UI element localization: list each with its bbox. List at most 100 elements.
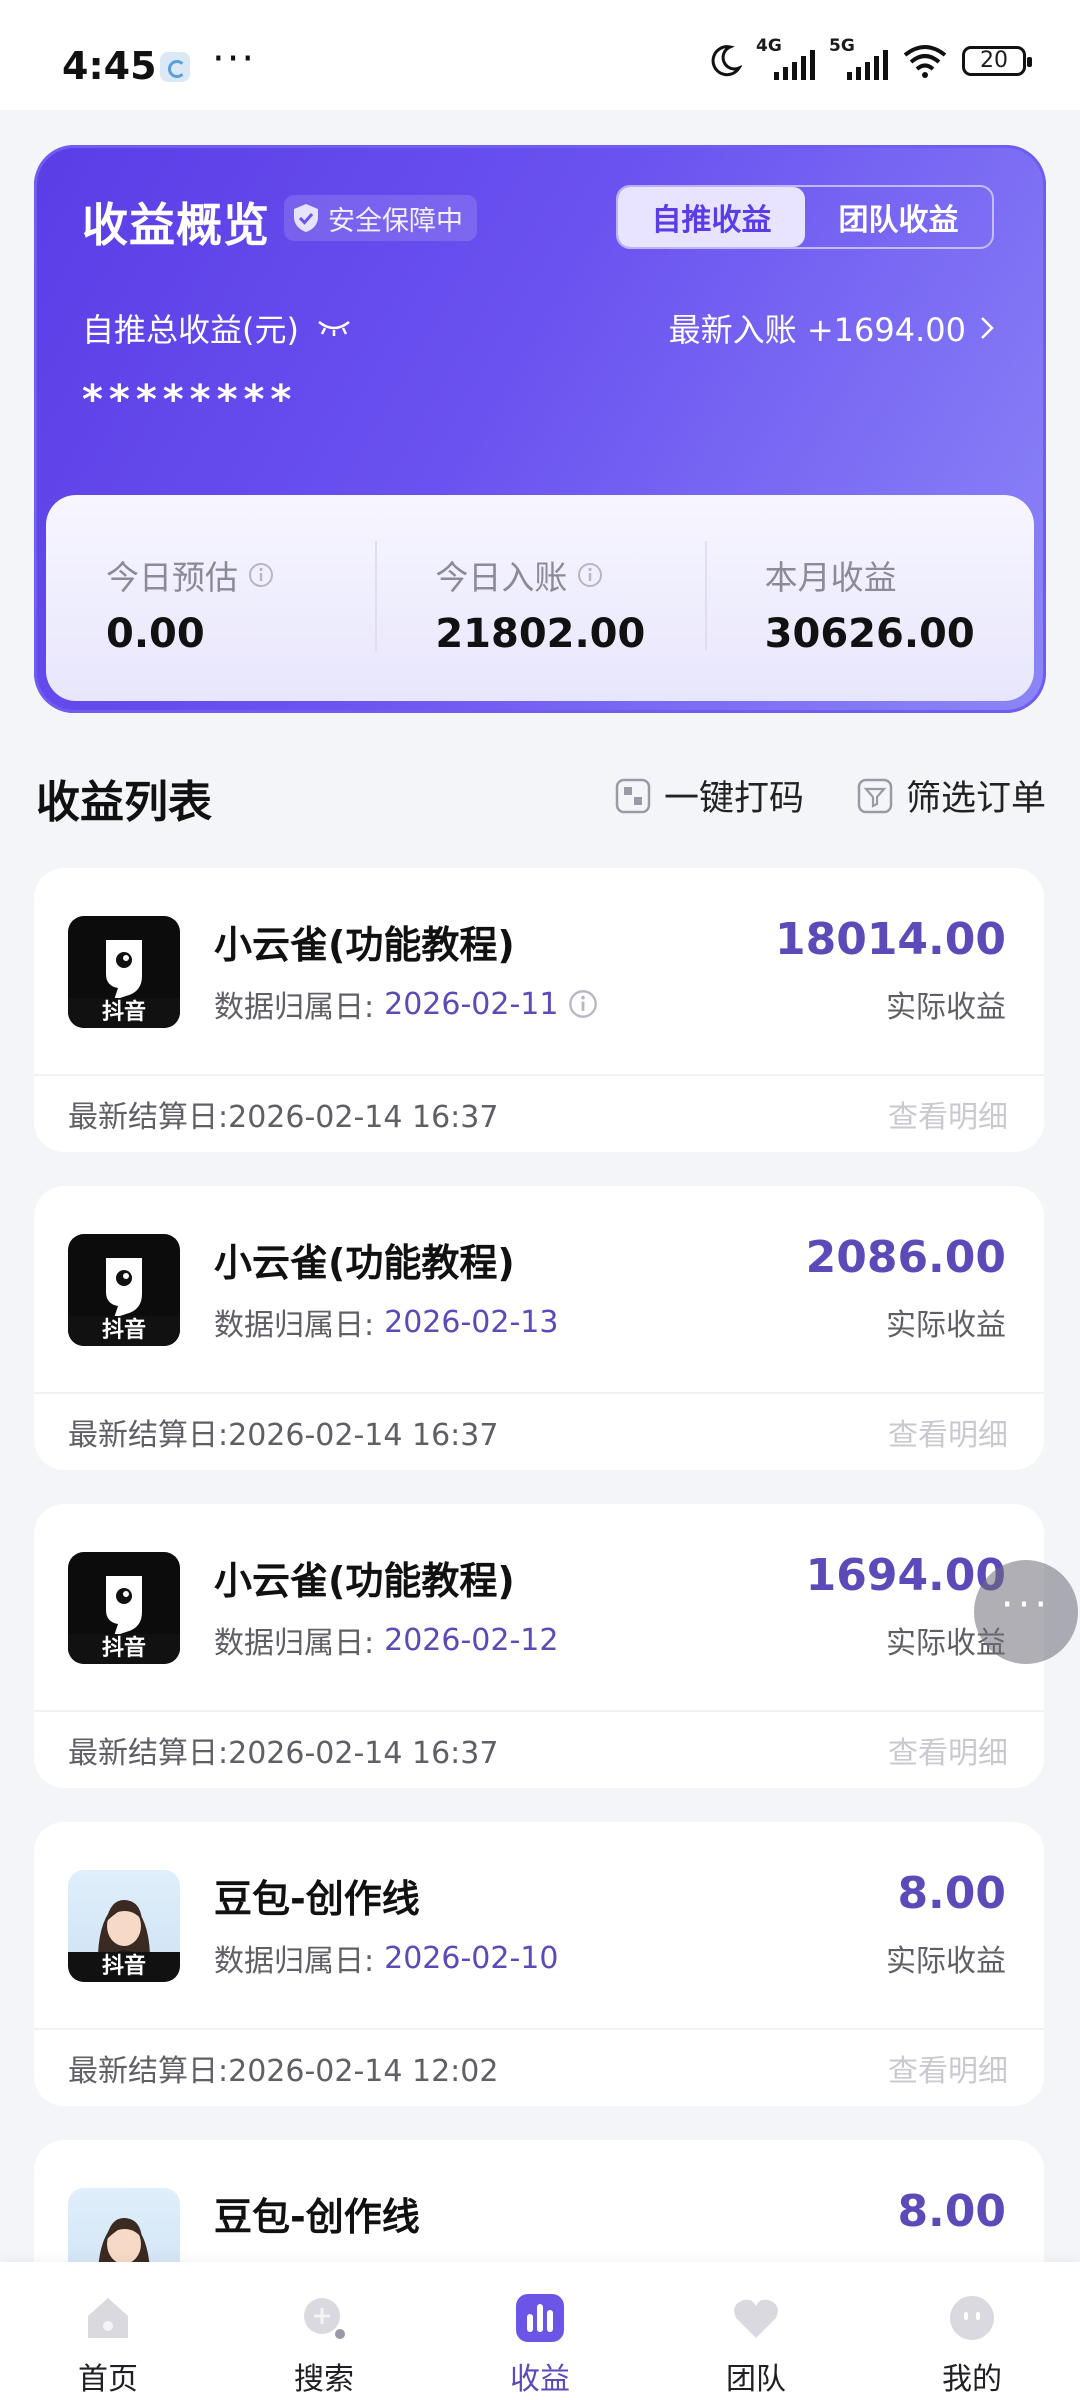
nav-label: 我的 bbox=[942, 2362, 1002, 2397]
floating-more-button[interactable]: ··· bbox=[974, 1560, 1078, 1664]
earnings-list-item[interactable]: 抖音 豆包-创作线 数据归属日: 2026-02-10 8.00 实际收益 最新… bbox=[34, 1822, 1044, 2106]
date-label: 数据归属日: bbox=[214, 1944, 375, 1979]
item-amount: 8.00 bbox=[897, 1868, 1006, 1919]
platform-label: 抖音 bbox=[68, 1952, 180, 1982]
stat-value: 30626.00 bbox=[764, 611, 975, 657]
platform-label: 抖音 bbox=[68, 1316, 180, 1346]
mosaic-icon bbox=[615, 778, 651, 813]
item-title: 小云雀(功能教程) bbox=[214, 923, 515, 967]
tab-team-earnings[interactable]: 团队收益 bbox=[805, 187, 992, 247]
item-title: 豆包-创作线 bbox=[214, 2195, 420, 2239]
item-title: 小云雀(功能教程) bbox=[214, 1559, 515, 1603]
settlement-date: 最新结算日:2026-02-14 12:02 bbox=[68, 2054, 499, 2089]
tab-self-earnings[interactable]: 自推收益 bbox=[618, 187, 805, 247]
app-logo-xiaoyunque: 抖音 bbox=[68, 1234, 180, 1346]
stat-today-deposit: 今日入账 21802.00 bbox=[375, 495, 704, 701]
more-notifications-icon: ··· bbox=[212, 36, 257, 82]
nav-label: 收益 bbox=[510, 2362, 570, 2397]
divider bbox=[34, 1710, 1044, 1712]
item-title: 小云雀(功能教程) bbox=[214, 1241, 515, 1285]
view-details-link[interactable]: 查看明细 bbox=[888, 2046, 1008, 2090]
item-amount-label: 实际收益 bbox=[886, 1308, 1006, 1343]
signal-5g-icon: 5G bbox=[829, 36, 888, 80]
team-heart-icon bbox=[734, 2299, 778, 2338]
date-label: 数据归属日: bbox=[214, 1308, 375, 1343]
app-logo-xiaoyunque: 抖音 bbox=[68, 1552, 180, 1664]
date-value: 2026-02-11 bbox=[384, 986, 559, 1022]
nav-label: 团队 bbox=[726, 2362, 786, 2397]
status-time: 4:45 bbox=[62, 44, 157, 88]
earnings-list-item[interactable]: 抖音 小云雀(功能教程) 数据归属日: 2026-02-11 18014.00 … bbox=[34, 868, 1044, 1152]
total-earnings-label-text: 自推总收益(元) bbox=[82, 311, 299, 349]
chevron-right-icon bbox=[981, 317, 994, 339]
filter-orders-label: 筛选订单 bbox=[905, 779, 1046, 819]
info-icon[interactable] bbox=[568, 989, 598, 1019]
stat-label: 本月收益 bbox=[764, 558, 897, 597]
nav-home[interactable]: 首页 bbox=[0, 2262, 216, 2400]
settlement-date: 最新结算日:2026-02-14 16:37 bbox=[68, 1100, 499, 1135]
info-icon[interactable] bbox=[248, 562, 274, 588]
app-logo-xiaoyunque: 抖音 bbox=[68, 916, 180, 1028]
earnings-list-item[interactable]: 抖音 小云雀(功能教程) 数据归属日: 2026-02-13 2086.00 实… bbox=[34, 1186, 1044, 1470]
latest-deposit-link[interactable]: 最新入账 +1694.00 bbox=[669, 305, 994, 351]
security-badge: 安全保障中 bbox=[284, 195, 477, 241]
one-click-mask-label: 一键打码 bbox=[663, 779, 804, 819]
date-label: 数据归属日: bbox=[214, 990, 375, 1025]
earnings-type-segmented-control: 自推收益 团队收益 bbox=[616, 185, 994, 249]
stat-label: 今日入账 bbox=[435, 558, 568, 597]
app-notification-icon bbox=[160, 52, 190, 82]
info-icon[interactable] bbox=[577, 562, 603, 588]
item-title: 豆包-创作线 bbox=[214, 1877, 420, 1921]
profile-face-icon bbox=[950, 2296, 994, 2340]
nav-earnings[interactable]: 收益 bbox=[432, 2262, 648, 2400]
platform-label: 抖音 bbox=[68, 998, 180, 1028]
stat-today-estimate: 今日预估 0.00 bbox=[46, 495, 375, 701]
one-click-mask-button[interactable]: 一键打码 bbox=[614, 770, 804, 821]
bottom-navigation: 首页 搜索 收益 团队 我的 bbox=[0, 2262, 1080, 2400]
latest-deposit-text: 最新入账 +1694.00 bbox=[668, 311, 966, 349]
item-amount-label: 实际收益 bbox=[886, 990, 1006, 1025]
stat-value: 21802.00 bbox=[435, 611, 646, 657]
overview-title: 收益概览 bbox=[82, 198, 270, 252]
earnings-overview-card: 收益概览 安全保障中 自推收益 团队收益 自推总收益(元) 最新入账 +1694… bbox=[34, 145, 1046, 713]
item-amount-label: 实际收益 bbox=[886, 1944, 1006, 1979]
signal-4g-icon: 4G bbox=[756, 36, 815, 80]
stat-label: 今日预估 bbox=[106, 558, 238, 597]
nav-team[interactable]: 团队 bbox=[648, 2262, 864, 2400]
nav-label: 首页 bbox=[78, 2362, 138, 2397]
settlement-date: 最新结算日:2026-02-14 16:37 bbox=[68, 1418, 499, 1453]
divider bbox=[34, 1392, 1044, 1394]
earnings-list-item[interactable]: 抖音 小云雀(功能教程) 数据归属日: 2026-02-12 1694.00 实… bbox=[34, 1504, 1044, 1788]
earnings-list-title: 收益列表 bbox=[36, 777, 212, 828]
item-amount: 8.00 bbox=[897, 2186, 1006, 2237]
platform-label: 抖音 bbox=[68, 1634, 180, 1664]
stat-value: 0.00 bbox=[106, 611, 205, 657]
earnings-chart-icon bbox=[516, 2294, 564, 2342]
item-amount: 2086.00 bbox=[805, 1232, 1006, 1283]
battery-icon: 20 bbox=[962, 46, 1032, 76]
nav-search[interactable]: 搜索 bbox=[216, 2262, 432, 2400]
view-details-link[interactable]: 查看明细 bbox=[888, 1410, 1008, 1454]
do-not-disturb-moon-icon bbox=[711, 45, 742, 77]
filter-doc-icon bbox=[857, 778, 893, 813]
divider bbox=[34, 2028, 1044, 2030]
date-value: 2026-02-13 bbox=[384, 1304, 559, 1340]
eye-closed-icon[interactable] bbox=[317, 318, 351, 338]
view-details-link[interactable]: 查看明细 bbox=[888, 1728, 1008, 1772]
nav-profile[interactable]: 我的 bbox=[864, 2262, 1080, 2400]
status-bar: 4:45 ··· 4G 5G 20 bbox=[0, 0, 1080, 110]
date-value: 2026-02-12 bbox=[384, 1622, 559, 1658]
stat-month-earnings: 本月收益 30626.00 bbox=[704, 495, 1034, 701]
total-earnings-label: 自推总收益(元) bbox=[82, 305, 351, 351]
earnings-stats-panel: 今日预估 0.00 今日入账 21802.00 本月收益 30626.00 bbox=[46, 495, 1034, 701]
app-logo-doubao-avatar: 抖音 bbox=[68, 1870, 180, 1982]
divider bbox=[34, 1074, 1044, 1076]
settlement-date: 最新结算日:2026-02-14 16:37 bbox=[68, 1736, 499, 1771]
view-details-link[interactable]: 查看明细 bbox=[888, 1092, 1008, 1136]
home-icon bbox=[88, 2298, 128, 2338]
filter-orders-button[interactable]: 筛选订单 bbox=[856, 770, 1046, 821]
search-icon bbox=[304, 2298, 345, 2339]
date-value: 2026-02-10 bbox=[384, 1940, 559, 1976]
shield-check-icon bbox=[294, 204, 318, 232]
date-label: 数据归属日: bbox=[214, 1626, 375, 1661]
